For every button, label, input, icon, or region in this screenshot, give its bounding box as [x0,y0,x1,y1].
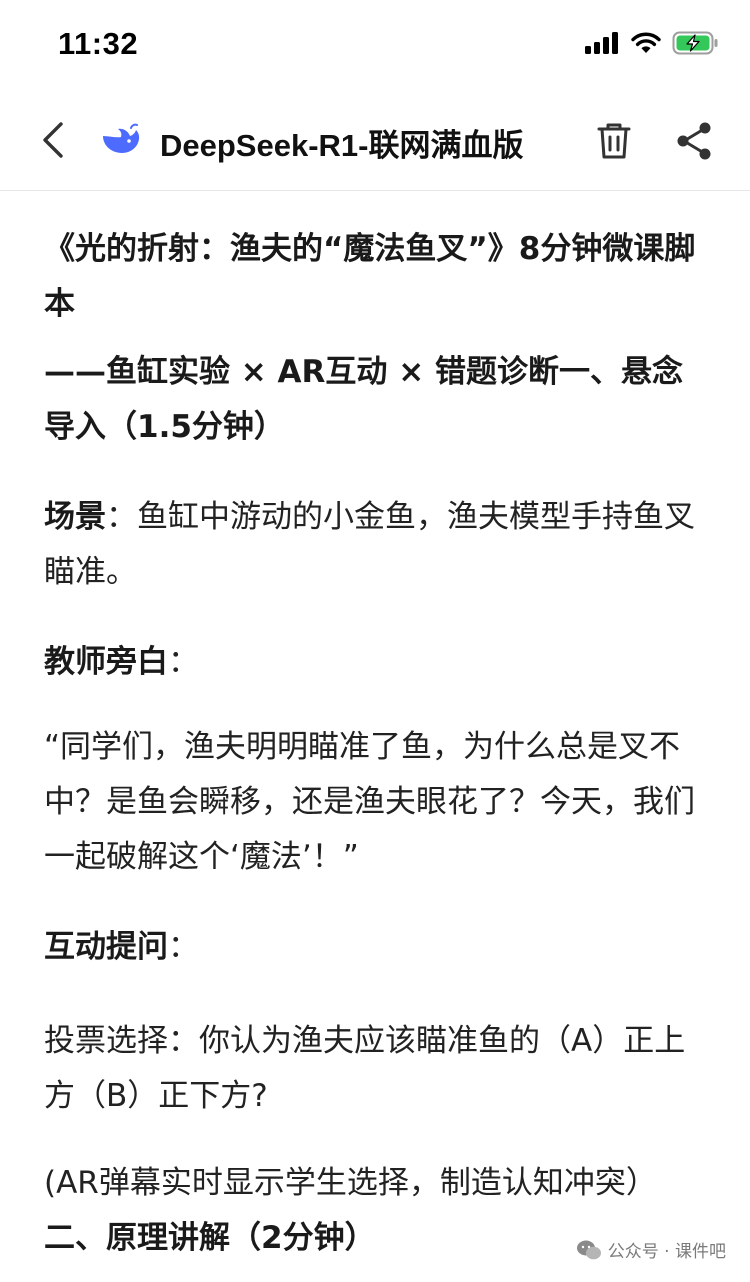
back-button[interactable] [30,114,76,166]
share-icon [677,122,711,160]
narration-quote: “同学们，渔夫明明瞄准了鱼，为什么总是叉不中？是鱼会瞬移，还是渔夫眼花了？今天，… [44,729,695,875]
narration-label: 教师旁白 [44,644,168,680]
scene-label: 场景 [44,499,106,535]
nav-bar: DeepSeek-R1-联网满血版 [0,92,750,191]
watermark-text: 公众号 · 课件吧 [607,1242,726,1262]
status-time: 11:32 [58,26,139,61]
interaction-colon: ： [168,929,199,965]
status-icons [584,30,720,56]
watermark: 公众号 · 课件吧 [576,1237,726,1262]
chevron-left-icon [43,122,63,158]
narration-heading: 教师旁白： [44,635,710,690]
status-bar: 11:32 [0,0,750,92]
interaction-heading: 互动提问： [44,920,710,975]
section2-heading: 二、原理讲解（2分钟） [44,1220,376,1256]
narration-colon: ： [168,644,199,680]
battery-charging-icon [672,31,718,55]
delete-button[interactable] [592,118,636,164]
scene-paragraph: 场景：鱼缸中游动的小金鱼，渔夫模型手持鱼叉瞄准。 [44,490,710,600]
share-button[interactable] [672,118,716,164]
cellular-signal-icon [585,32,618,54]
chat-title: DeepSeek-R1-联网满血版 [160,128,524,163]
script-title: 《光的折射：渔夫的“魔法鱼叉”》8分钟微课脚本 [44,231,696,322]
interaction-label: 互动提问 [44,929,168,965]
wifi-icon [631,32,661,53]
vote-paragraph: 投票选择：你认为渔夫应该瞄准鱼的（A）正上方（B）正下方? [44,1023,686,1114]
trash-icon [597,123,631,159]
deepseek-whale-logo-icon [103,123,140,153]
ar-text: (AR弹幕实时显示学生选择，制造认知冲突） [44,1165,657,1201]
scene-text: ：鱼缸中游动的小金鱼，渔夫模型手持鱼叉瞄准。 [44,499,695,590]
script-subtitle: ——鱼缸实验 × AR互动 × 错题诊断一、悬念导入（1.5分钟） [44,354,683,445]
wechat-icon [576,1240,601,1259]
